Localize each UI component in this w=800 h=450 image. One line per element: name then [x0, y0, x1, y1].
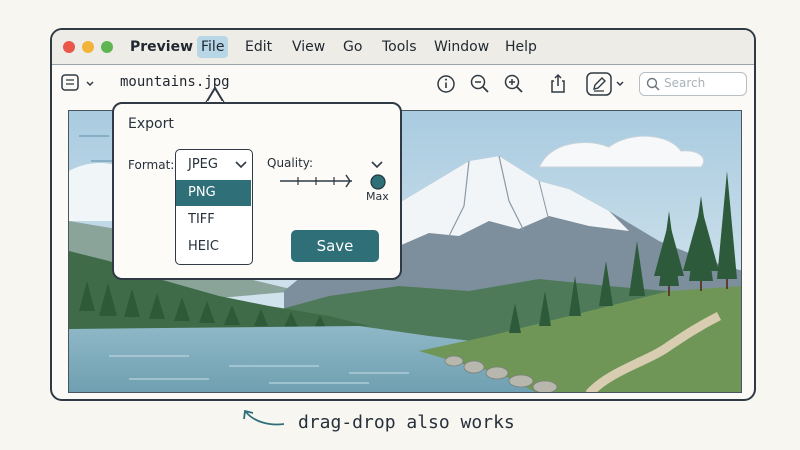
menu-help[interactable]: Help: [501, 36, 541, 58]
search-placeholder: Search: [664, 76, 706, 90]
menu-window[interactable]: Window: [430, 36, 493, 58]
menu-view[interactable]: View: [288, 36, 329, 58]
save-button[interactable]: Save: [291, 230, 379, 262]
sidebar-icon: [61, 74, 94, 91]
markup-button[interactable]: [586, 72, 632, 96]
format-option-tiff[interactable]: TIFF: [176, 207, 251, 233]
format-label: Format:: [128, 158, 175, 172]
slider-thumb[interactable]: [368, 172, 388, 192]
format-dropdown[interactable]: JPEG PNG TIFF HEIC: [175, 149, 253, 265]
menu-go[interactable]: Go: [339, 36, 366, 58]
export-title: Export: [128, 116, 174, 132]
info-button[interactable]: [434, 72, 458, 96]
info-icon: [437, 75, 455, 93]
quality-label: Quality:: [267, 156, 314, 170]
menu-file[interactable]: File: [197, 36, 229, 58]
search-icon: [646, 77, 660, 91]
minimize-window-button[interactable]: [82, 41, 94, 53]
menu-tools[interactable]: Tools: [378, 36, 421, 58]
chevron-down-icon: [235, 161, 247, 169]
format-option-heic[interactable]: HEIC: [176, 234, 251, 260]
menu-edit[interactable]: Edit: [241, 36, 276, 58]
app-menu[interactable]: Preview: [126, 36, 197, 58]
pen-icon: [586, 72, 624, 96]
share-icon: [551, 73, 565, 93]
sidebar-toggle-button[interactable]: [60, 72, 100, 96]
zoom-out-button[interactable]: [468, 72, 492, 96]
search-field[interactable]: Search: [639, 72, 747, 96]
format-option-png[interactable]: PNG: [176, 180, 251, 206]
curved-arrow-icon: [243, 409, 285, 426]
chevron-down-icon: [371, 161, 383, 169]
export-popover: Export Format: JPEG PNG TIFF HEIC Qualit…: [112, 102, 402, 280]
share-button[interactable]: [546, 72, 570, 96]
zoom-out-icon: [470, 74, 489, 93]
zoom-in-button[interactable]: [502, 72, 526, 96]
toolbar: mountains.jpg Search: [52, 64, 754, 104]
menu-bar: Preview File Edit View Go Tools Window H…: [52, 30, 754, 65]
annotation-caption: drag-drop also works: [298, 412, 515, 433]
zoom-in-icon: [504, 74, 523, 93]
close-window-button[interactable]: [63, 41, 75, 53]
quality-max-label: Max: [366, 190, 389, 203]
zoom-window-button[interactable]: [101, 41, 113, 53]
